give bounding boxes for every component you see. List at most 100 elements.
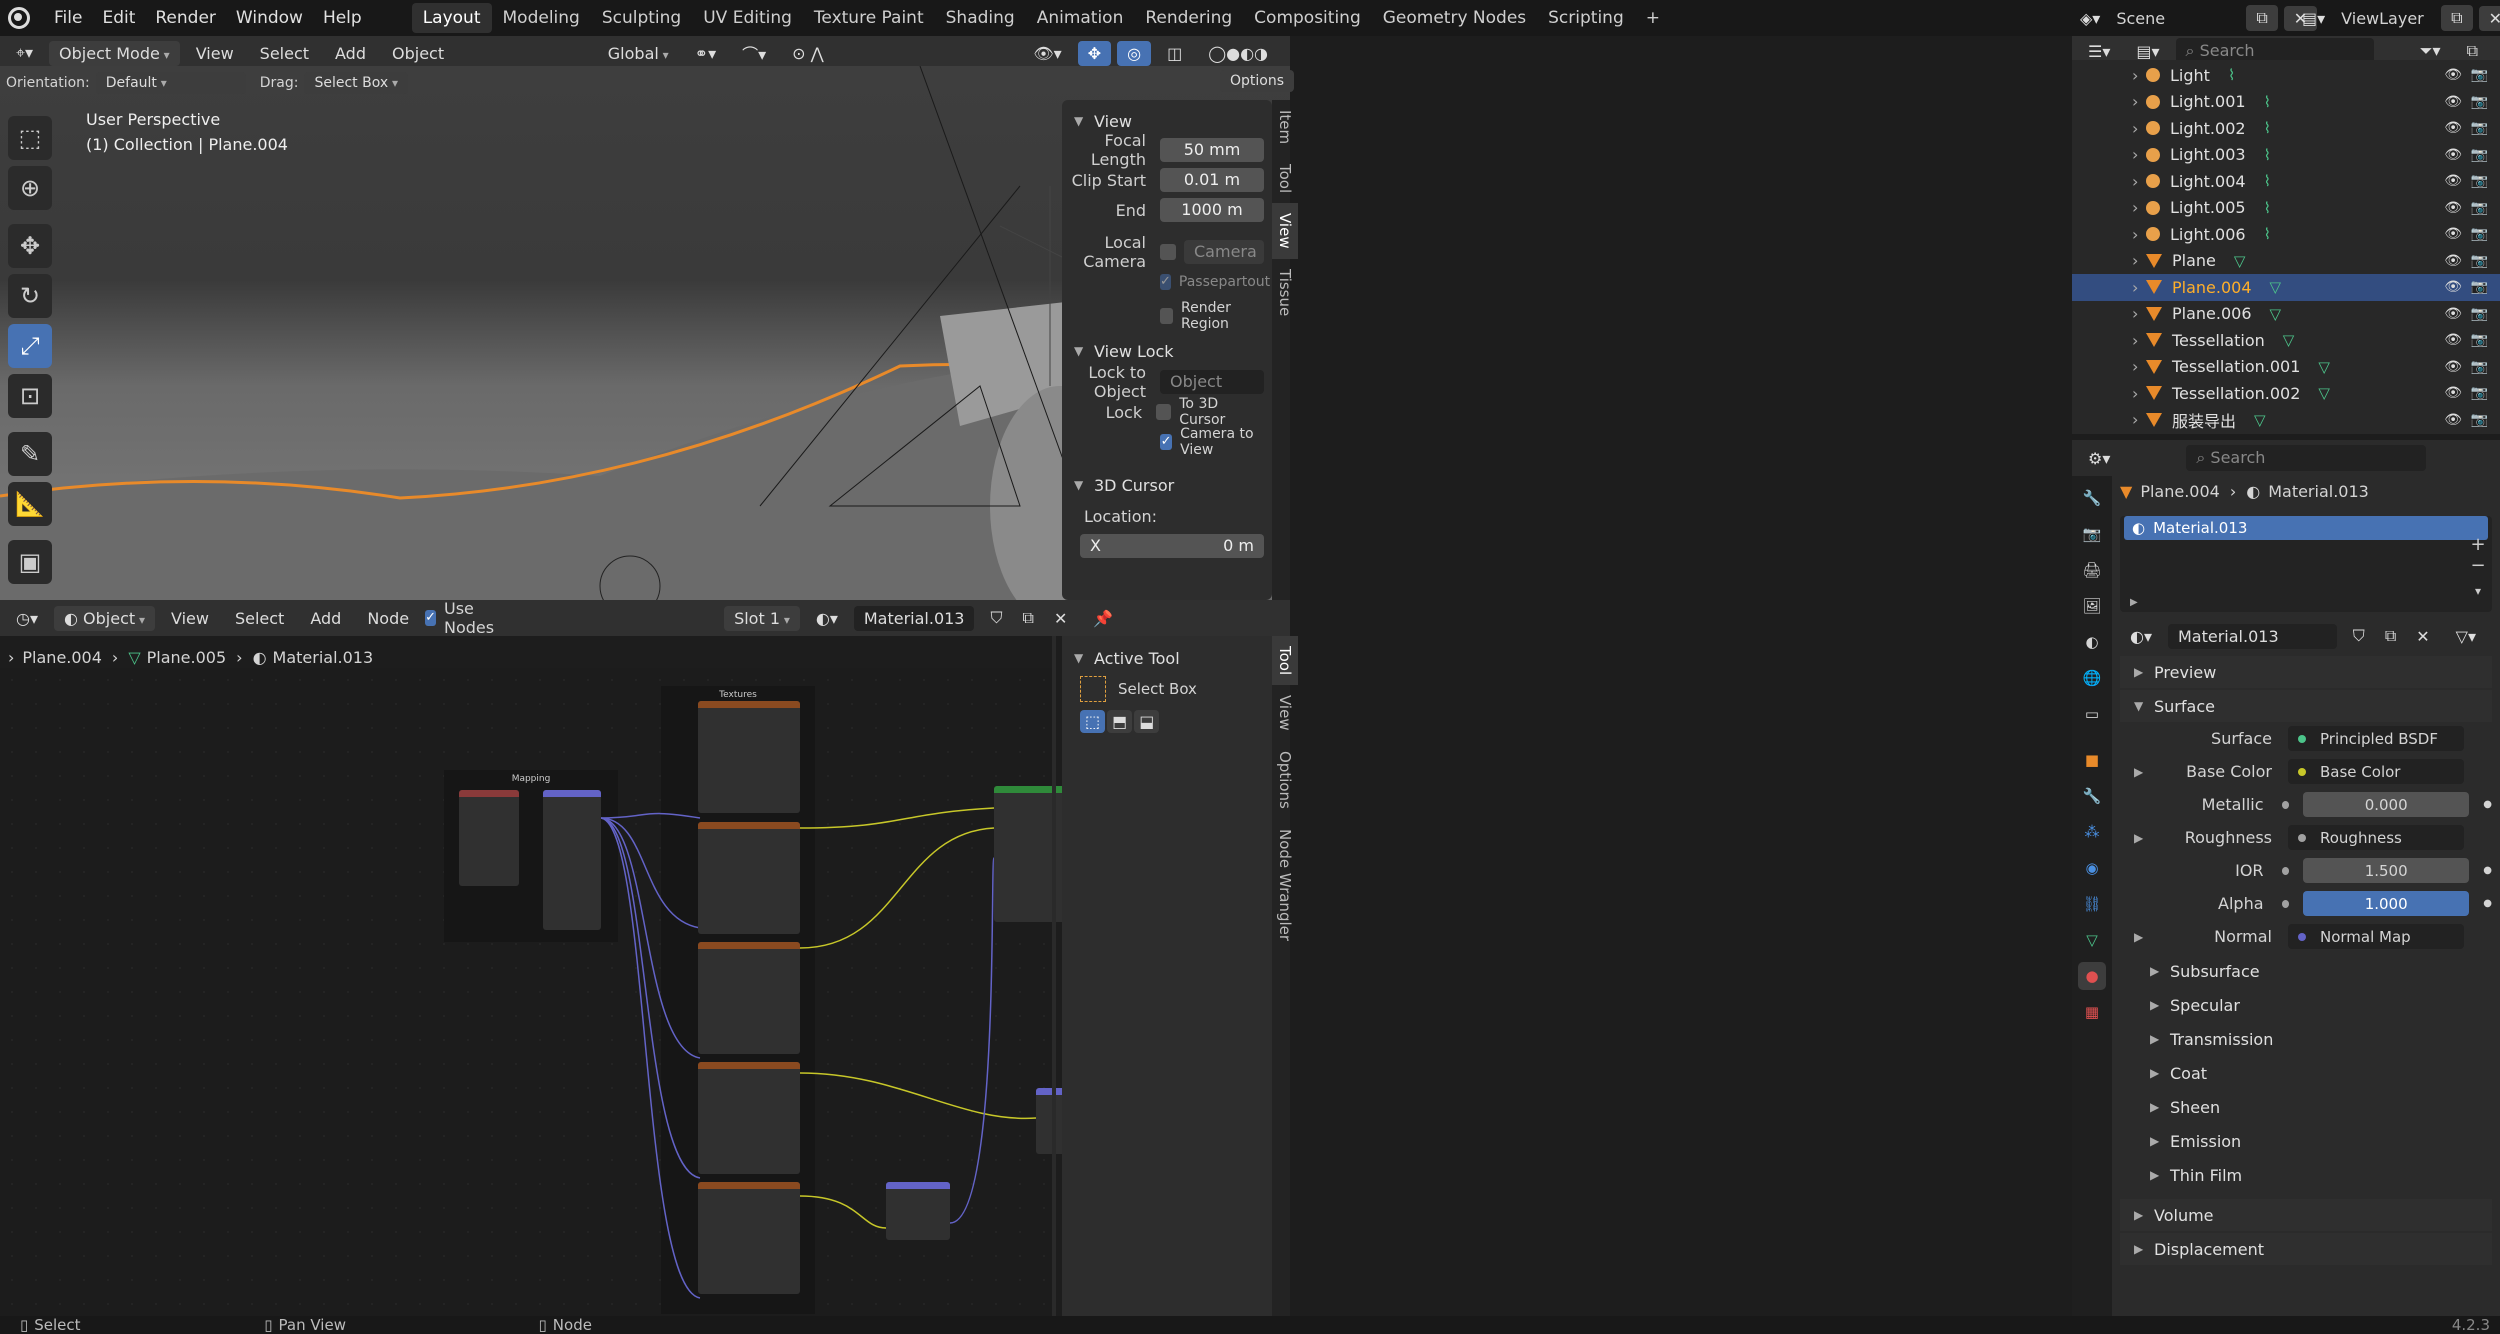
- viewport-menu-select[interactable]: Select: [250, 41, 319, 66]
- outliner-item[interactable]: › Light.002 ⌇ 👁 📷: [2072, 115, 2500, 142]
- outliner-item-name[interactable]: 服装导出: [2172, 408, 2236, 432]
- render-tab-icon[interactable]: 📷: [2078, 520, 2106, 548]
- view-layer-selector[interactable]: ▤▾ ViewLayer ⧉ ✕: [2292, 4, 2500, 32]
- outliner-item-name[interactable]: Plane: [2172, 251, 2216, 270]
- mesh-data-icon[interactable]: ▽: [2234, 252, 2246, 270]
- visibility-eye-icon[interactable]: 👁: [2444, 94, 2462, 110]
- panel-header[interactable]: ▶ Displacement: [2120, 1233, 2492, 1265]
- move-tool-icon[interactable]: ✥: [8, 224, 52, 268]
- scene-selector[interactable]: ◈▾ Scene ⧉ ✕: [2070, 4, 2323, 32]
- select-subtract-icon[interactable]: ⬓: [1134, 709, 1160, 733]
- input-link-field[interactable]: Normal Map: [2288, 924, 2464, 949]
- add-cube-tool-icon[interactable]: ▣: [8, 540, 52, 584]
- tab-compositing[interactable]: Compositing: [1243, 3, 1372, 33]
- node-tab-node-wrangler[interactable]: Node Wrangler: [1272, 819, 1298, 951]
- blender-logo-icon[interactable]: [8, 7, 30, 29]
- active-tool-header[interactable]: ▼ Active Tool: [1070, 644, 1264, 672]
- output-tab-icon[interactable]: 🖨: [2078, 556, 2106, 584]
- light-data-icon[interactable]: ⌇: [2264, 172, 2271, 190]
- panel-header[interactable]: ▶ Volume: [2120, 1199, 2492, 1231]
- local-camera-checkbox[interactable]: [1160, 244, 1176, 260]
- panel-header[interactable]: ▼ Surface: [2120, 690, 2492, 722]
- outliner-item[interactable]: › Light.003 ⌇ 👁 📷: [2072, 142, 2500, 169]
- tab-uv-editing[interactable]: UV Editing: [692, 3, 803, 33]
- mesh-data-icon[interactable]: ▽: [2318, 358, 2330, 376]
- to-3d-cursor-checkbox[interactable]: [1156, 404, 1172, 420]
- texture-tab-icon[interactable]: ▦: [2078, 998, 2106, 1026]
- render-visibility-icon[interactable]: 📷: [2471, 200, 2488, 216]
- outliner-item-name[interactable]: Tessellation.002: [2172, 384, 2300, 403]
- light-data-icon[interactable]: ⌇: [2264, 146, 2271, 164]
- scene-tab-icon[interactable]: ◐: [2078, 628, 2106, 656]
- material-slot-list[interactable]: ◐ Material.013 ▶: [2120, 516, 2492, 612]
- outliner-item-name[interactable]: Plane.006: [2172, 304, 2252, 323]
- shading-modes-icon[interactable]: ◯●◐◑: [1198, 41, 1278, 66]
- displacement-texture-node[interactable]: [698, 1062, 800, 1174]
- material-tab-icon[interactable]: ●: [2078, 962, 2106, 990]
- mesh-data-icon[interactable]: ▽: [2270, 305, 2282, 323]
- socket-icon[interactable]: [2281, 800, 2290, 809]
- panel-header[interactable]: ▶ Preview: [2120, 656, 2492, 688]
- render-visibility-icon[interactable]: 📷: [2471, 226, 2488, 242]
- normal-map-node[interactable]: [886, 1182, 950, 1240]
- lock-to-object-field[interactable]: Object: [1160, 370, 1264, 394]
- node-menu-select[interactable]: Select: [225, 606, 294, 631]
- select-new-icon[interactable]: ⬚: [1080, 709, 1106, 733]
- outliner-item-name[interactable]: Light: [2170, 66, 2210, 85]
- node-duplicate-icon[interactable]: ⧉: [1013, 605, 1044, 631]
- cursor-x-field[interactable]: X 0 m: [1080, 534, 1264, 558]
- mode-dropdown[interactable]: Object Mode: [49, 40, 180, 66]
- tab-geometry-nodes[interactable]: Geometry Nodes: [1372, 3, 1537, 33]
- keyframe-dot-icon[interactable]: ●: [2483, 799, 2492, 810]
- panel-header[interactable]: ▶ Subsurface: [2120, 955, 2492, 987]
- menu-help[interactable]: Help: [313, 4, 372, 32]
- outliner-item-name[interactable]: Light.005: [2170, 198, 2246, 217]
- tab-view[interactable]: View: [1272, 203, 1298, 259]
- outliner-item[interactable]: › 服装导出 ▽ 👁 📷: [2072, 407, 2500, 434]
- node-tab-options[interactable]: Options: [1272, 741, 1298, 819]
- expand-input-icon[interactable]: ▶: [2134, 765, 2143, 779]
- visibility-eye-icon[interactable]: 👁: [2444, 120, 2462, 136]
- unlink-material-icon[interactable]: ✕: [2406, 624, 2439, 649]
- visibility-eye-icon[interactable]: 👁: [2444, 147, 2462, 163]
- render-visibility-icon[interactable]: 📷: [2471, 385, 2488, 401]
- expand-arrow-icon[interactable]: ›: [2132, 278, 2146, 297]
- expand-arrow-icon[interactable]: ›: [2132, 225, 2146, 244]
- view-layer-tab-icon[interactable]: 🖼: [2078, 592, 2106, 620]
- normal-texture-node[interactable]: [698, 1182, 800, 1294]
- tool-tab-icon[interactable]: 🔧: [2078, 484, 2106, 512]
- clip-start-field[interactable]: 0.01 m: [1160, 168, 1264, 192]
- node-canvas[interactable]: Mapping Textures: [0, 668, 1178, 1316]
- tab-tissue[interactable]: Tissue: [1272, 259, 1298, 326]
- scene-name[interactable]: Scene: [2116, 9, 2246, 28]
- mesh-data-icon[interactable]: ▽: [2283, 331, 2295, 349]
- camera-to-view-checkbox[interactable]: [1160, 434, 1173, 450]
- outliner-item[interactable]: › Tessellation ▽ 👁 📷: [2072, 327, 2500, 354]
- render-visibility-icon[interactable]: 📷: [2471, 279, 2488, 295]
- outliner-item[interactable]: › Plane ▽ 👁 📷: [2072, 248, 2500, 275]
- snap-icon[interactable]: ⌒▾: [732, 38, 776, 68]
- outliner-item-name[interactable]: Light.003: [2170, 145, 2246, 164]
- outliner-item[interactable]: › Plane.004 ▽ 👁 📷: [2072, 274, 2500, 301]
- node-tab-tool[interactable]: Tool: [1272, 636, 1298, 686]
- light-data-icon[interactable]: ⌇: [2264, 119, 2271, 137]
- constraints-tab-icon[interactable]: ⛓: [2078, 890, 2106, 918]
- node-unlink-icon[interactable]: ✕: [1044, 606, 1077, 631]
- shader-type-dropdown[interactable]: ◐ Object: [54, 605, 155, 631]
- panel-header[interactable]: ▶ Thin Film: [2120, 1159, 2492, 1191]
- input-link-field[interactable]: Roughness: [2288, 825, 2464, 850]
- properties-search-input[interactable]: ⌕ Search: [2186, 445, 2427, 471]
- node-menu-add[interactable]: Add: [300, 606, 351, 631]
- annotate-tool-icon[interactable]: ✎: [8, 432, 52, 476]
- mesh-data-icon[interactable]: ▽: [2270, 278, 2282, 296]
- panel-header[interactable]: ▶ Transmission: [2120, 1023, 2492, 1055]
- new-view-layer-icon[interactable]: ⧉: [2441, 5, 2473, 31]
- fake-user-icon[interactable]: ⛉: [2343, 623, 2375, 649]
- outliner-item-name[interactable]: Plane.004: [2172, 278, 2252, 297]
- expand-arrow-icon[interactable]: ›: [2132, 145, 2146, 164]
- keyframe-dot-icon[interactable]: ●: [2483, 898, 2492, 909]
- properties-editor-icon[interactable]: ⚙▾: [2078, 446, 2120, 471]
- roughness-texture-node[interactable]: [698, 942, 800, 1054]
- visibility-eye-icon[interactable]: 👁: [2444, 359, 2462, 375]
- expand-arrow-icon[interactable]: ›: [2132, 331, 2146, 350]
